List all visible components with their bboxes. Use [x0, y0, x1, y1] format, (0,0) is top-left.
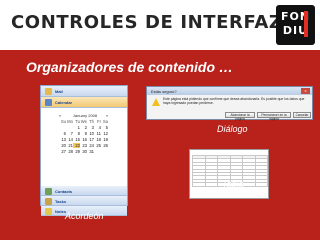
calendar-day[interactable]: 4	[94, 125, 101, 130]
header-bar: CONTROLES DE INTERFAZ FON DIU	[0, 0, 320, 50]
logo-text-top: FON	[280, 10, 311, 23]
calendar-next-button[interactable]: »	[106, 113, 108, 118]
dialog-titlebar: Estás seguro? x	[147, 87, 312, 95]
tasks-icon	[45, 198, 52, 205]
weekday-header: Tu	[75, 119, 80, 124]
dialog-example: Estás seguro? x Este página está pidiend…	[146, 86, 313, 121]
accordion-header-tasks[interactable]: Tasks	[41, 196, 127, 206]
accordion-header-mail[interactable]: Mail	[41, 86, 127, 97]
section-subtitle: Organizadores de contenido …	[26, 59, 233, 75]
logo-text-bottom: DIU	[282, 24, 309, 37]
calendar-day-empty	[66, 125, 73, 130]
calendar-day[interactable]: 2	[80, 125, 87, 130]
calendar-day[interactable]: 12	[101, 131, 108, 136]
calendar-month-label: January 2008	[72, 113, 98, 118]
calendar-day[interactable]: 14	[66, 137, 73, 142]
calendar-day[interactable]: 24	[87, 143, 94, 148]
fondiu-logo: FON DIU	[276, 5, 315, 45]
contacts-icon	[45, 188, 52, 195]
calendar-day[interactable]: 18	[94, 137, 101, 142]
close-icon[interactable]: x	[301, 88, 310, 94]
calendar-day[interactable]: 23	[80, 143, 87, 148]
dialog-title: Estás seguro?	[151, 89, 177, 94]
accordion-header-calendar[interactable]: Calendar	[41, 97, 127, 108]
calendar-day[interactable]: 6	[59, 131, 66, 136]
calendar-day[interactable]: 7	[66, 131, 73, 136]
calendar-day[interactable]: 21	[66, 143, 73, 148]
dialog-message: Este página está pidiendo que confirme q…	[163, 97, 305, 105]
weekday-header: Sa	[102, 119, 108, 124]
accordion-header-tasks-label: Tasks	[55, 199, 67, 204]
calendar-day[interactable]: 1	[73, 125, 80, 130]
calendar-day[interactable]: 29	[73, 149, 80, 154]
accordion-header-mail-label: Mail	[55, 89, 63, 94]
calendar-day[interactable]: 25	[94, 143, 101, 148]
calendar-day[interactable]: 27	[59, 149, 66, 154]
calendar-day[interactable]: 3	[87, 125, 94, 130]
calendar-day[interactable]: 28	[66, 149, 73, 154]
calendar-day[interactable]: 9	[80, 131, 87, 136]
accordion-empty-space	[41, 172, 127, 186]
calendar-day[interactable]: 8	[73, 131, 80, 136]
section-subtitle-text: Organizadores de contenido	[26, 59, 216, 75]
calendar-pane: « January 2008 » Su Mo Tu We Th Fr Sa 1 2 3 4 5 6 7 8 9…	[41, 108, 127, 172]
calendar-day[interactable]: 30	[80, 149, 87, 154]
weekday-header: Su	[60, 119, 66, 124]
table-example	[189, 149, 269, 199]
cancel-button[interactable]: Cancelar	[293, 112, 311, 118]
mail-icon	[45, 88, 52, 95]
calendar-grid: Su Mo Tu We Th Fr Sa 1 2 3 4 5 6 7 8 9 10 11 12 13 14 15 16 17 1…	[59, 119, 108, 154]
accordion-example: Mail Calendar « January 2008 » Su Mo Tu We T…	[40, 85, 128, 216]
dialog-caption: Diálogo	[217, 124, 248, 134]
calendar-day[interactable]: 22	[73, 143, 80, 148]
weekday-header: We	[80, 119, 87, 124]
calendar-day[interactable]: 5	[101, 125, 108, 130]
calendar-day-empty	[101, 149, 108, 154]
calendar-icon	[45, 99, 52, 106]
accordion-header-contacts-label: Contacts	[55, 189, 73, 194]
accordion-caption: Acordeón	[65, 211, 104, 221]
calendar-day[interactable]: 19	[101, 137, 108, 142]
calendar-day[interactable]: 11	[94, 131, 101, 136]
calendar-day[interactable]: 15	[73, 137, 80, 142]
calendar-day[interactable]: 31	[87, 149, 94, 154]
stay-on-page-button[interactable]: Permanecer en la página	[257, 112, 291, 121]
warning-icon	[152, 98, 160, 106]
leave-page-button[interactable]: Abandonar la página	[225, 112, 255, 121]
calendar-day-empty	[94, 149, 101, 154]
section-subtitle-ellipsis: …	[215, 59, 233, 75]
calendar-day[interactable]: 17	[87, 137, 94, 142]
logo-accent-bar	[304, 11, 308, 37]
slide-title: CONTROLES DE INTERFAZ	[11, 12, 283, 33]
accordion-header-calendar-label: Calendar	[55, 100, 73, 105]
calendar-day-empty	[59, 125, 66, 130]
weekday-header: Mo	[67, 119, 73, 124]
calendar-day[interactable]: 16	[80, 137, 87, 142]
calendar-day[interactable]: 26	[101, 143, 108, 148]
weekday-header: Th	[89, 119, 94, 124]
notes-icon	[45, 208, 52, 215]
table-caption: Tabla	[222, 179, 244, 189]
accordion-header-contacts[interactable]: Contacts	[41, 186, 127, 196]
calendar-day[interactable]: 10	[87, 131, 94, 136]
calendar-day[interactable]: 20	[59, 143, 66, 148]
calendar-day[interactable]: 13	[59, 137, 66, 142]
weekday-header: Fr	[97, 119, 101, 124]
